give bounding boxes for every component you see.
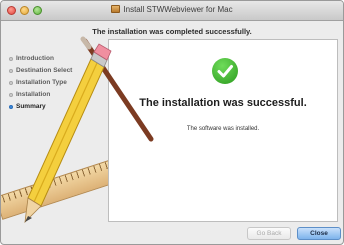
title-bar: Install STWWebviewer for Mac [1, 1, 343, 21]
step-introduction: Introduction [9, 53, 72, 65]
step-list: Introduction Destination Select Installa… [9, 53, 72, 113]
package-icon [111, 5, 121, 13]
close-button[interactable]: Close [297, 227, 341, 240]
installer-window: Install STWWebviewer for Mac The install… [0, 0, 344, 245]
step-summary: Summary [9, 101, 72, 113]
step-bullet-icon [9, 69, 13, 73]
step-heading: The installation was completed successfu… [92, 27, 252, 36]
window-title: Install STWWebviewer for Mac [123, 5, 233, 14]
go-back-button[interactable]: Go Back [247, 227, 291, 240]
step-installation-type: Installation Type [9, 77, 72, 89]
step-bullet-icon [9, 81, 13, 85]
step-destination-select: Destination Select [9, 65, 72, 77]
step-bullet-icon [9, 105, 13, 109]
step-bullet-icon [9, 57, 13, 61]
step-installation: Installation [9, 89, 72, 101]
checkmark-circle-icon [212, 58, 238, 84]
sidebar: Introduction Destination Select Installa… [1, 39, 146, 220]
result-title: The installation was successful. [139, 97, 307, 109]
content-panel: The installation was successful. The sof… [108, 39, 338, 222]
step-bullet-icon [9, 93, 13, 97]
result-message: The software was installed. [186, 126, 260, 132]
window-title-wrap: Install STWWebviewer for Mac [1, 5, 343, 14]
